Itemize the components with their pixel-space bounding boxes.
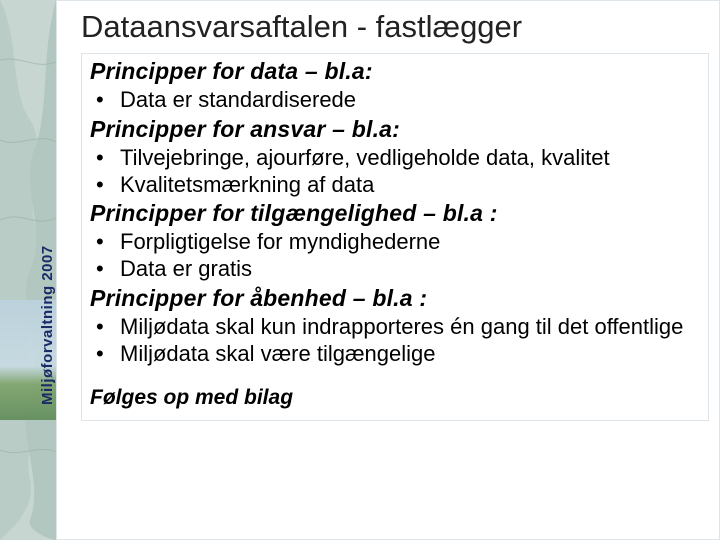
section-heading: Principper for data – bl.a:	[90, 58, 700, 85]
bullet-item: Miljødata skal kun indrapporteres én gan…	[96, 314, 700, 341]
section-heading: Principper for tilgængelighed – bl.a :	[90, 200, 700, 227]
followup-note: Følges op med bilag	[90, 386, 700, 410]
bullet-item: Data er standardiserede	[96, 87, 700, 114]
content-area: Dataansvarsaftalen - fastlægger Principp…	[56, 0, 720, 540]
bullet-item: Kvalitetsmærkning af data	[96, 172, 700, 199]
sidebar: Miljøforvaltning 2007	[0, 0, 56, 540]
section-heading: Principper for ansvar – bl.a:	[90, 116, 700, 143]
slide-title: Dataansvarsaftalen - fastlægger	[81, 9, 709, 45]
slide: Miljøforvaltning 2007 Dataansvarsaftalen…	[0, 0, 720, 540]
bullet-list: Miljødata skal kun indrapporteres én gan…	[90, 314, 700, 368]
sidebar-map-art	[0, 0, 56, 540]
section-heading: Principper for åbenhed – bl.a :	[90, 285, 700, 312]
bullet-item: Tilvejebringe, ajourføre, vedligeholde d…	[96, 145, 700, 172]
slide-body: Principper for data – bl.a: Data er stan…	[81, 53, 709, 421]
bullet-item: Data er gratis	[96, 256, 700, 283]
bullet-item: Miljødata skal være tilgængelige	[96, 341, 700, 368]
bullet-list: Forpligtigelse for myndighederne Data er…	[90, 229, 700, 283]
bullet-list: Data er standardiserede	[90, 87, 700, 114]
bullet-list: Tilvejebringe, ajourføre, vedligeholde d…	[90, 145, 700, 199]
bullet-item: Forpligtigelse for myndighederne	[96, 229, 700, 256]
